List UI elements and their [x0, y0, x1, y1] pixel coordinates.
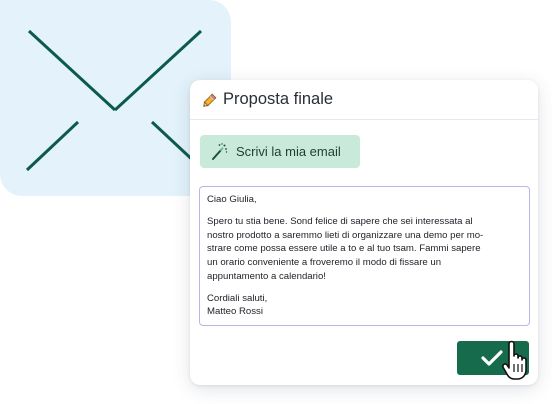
email-signature: Matteo Rossi — [207, 306, 263, 318]
email-closing: Cordiali saluti, — [207, 292, 268, 304]
email-body-line: Spero tu stia bene. Sond felice di saper… — [207, 216, 473, 228]
dialog-header: Proposta finale — [190, 80, 538, 120]
email-body-line: un orario conveniente a froveremo il mod… — [207, 256, 442, 268]
email-text-area[interactable]: Ciao Giulia, Spero tu stia bene. Sond fe… — [199, 186, 530, 326]
email-body-line: appuntamento a calendario! — [207, 270, 326, 282]
write-my-email-button[interactable]: Scrivi la mia email — [200, 135, 360, 168]
final-proposal-dialog: Proposta finale Scrivi la mia email Ciao… — [190, 80, 538, 385]
email-body-line: nostro prodotto a saremmo lieti di organ… — [207, 229, 484, 241]
hand-pointer-cursor-icon — [502, 340, 527, 380]
stage: Proposta finale Scrivi la mia email Ciao… — [0, 0, 552, 404]
magic-wand-icon — [210, 142, 228, 161]
pencil-icon — [200, 90, 220, 110]
dialog-title: Proposta finale — [223, 90, 334, 108]
email-body-line: strare come possa essere utile a to e al… — [207, 243, 481, 255]
write-my-email-label: Scrivi la mia email — [236, 144, 341, 159]
email-greeting: Ciao Giulia, — [207, 194, 257, 205]
